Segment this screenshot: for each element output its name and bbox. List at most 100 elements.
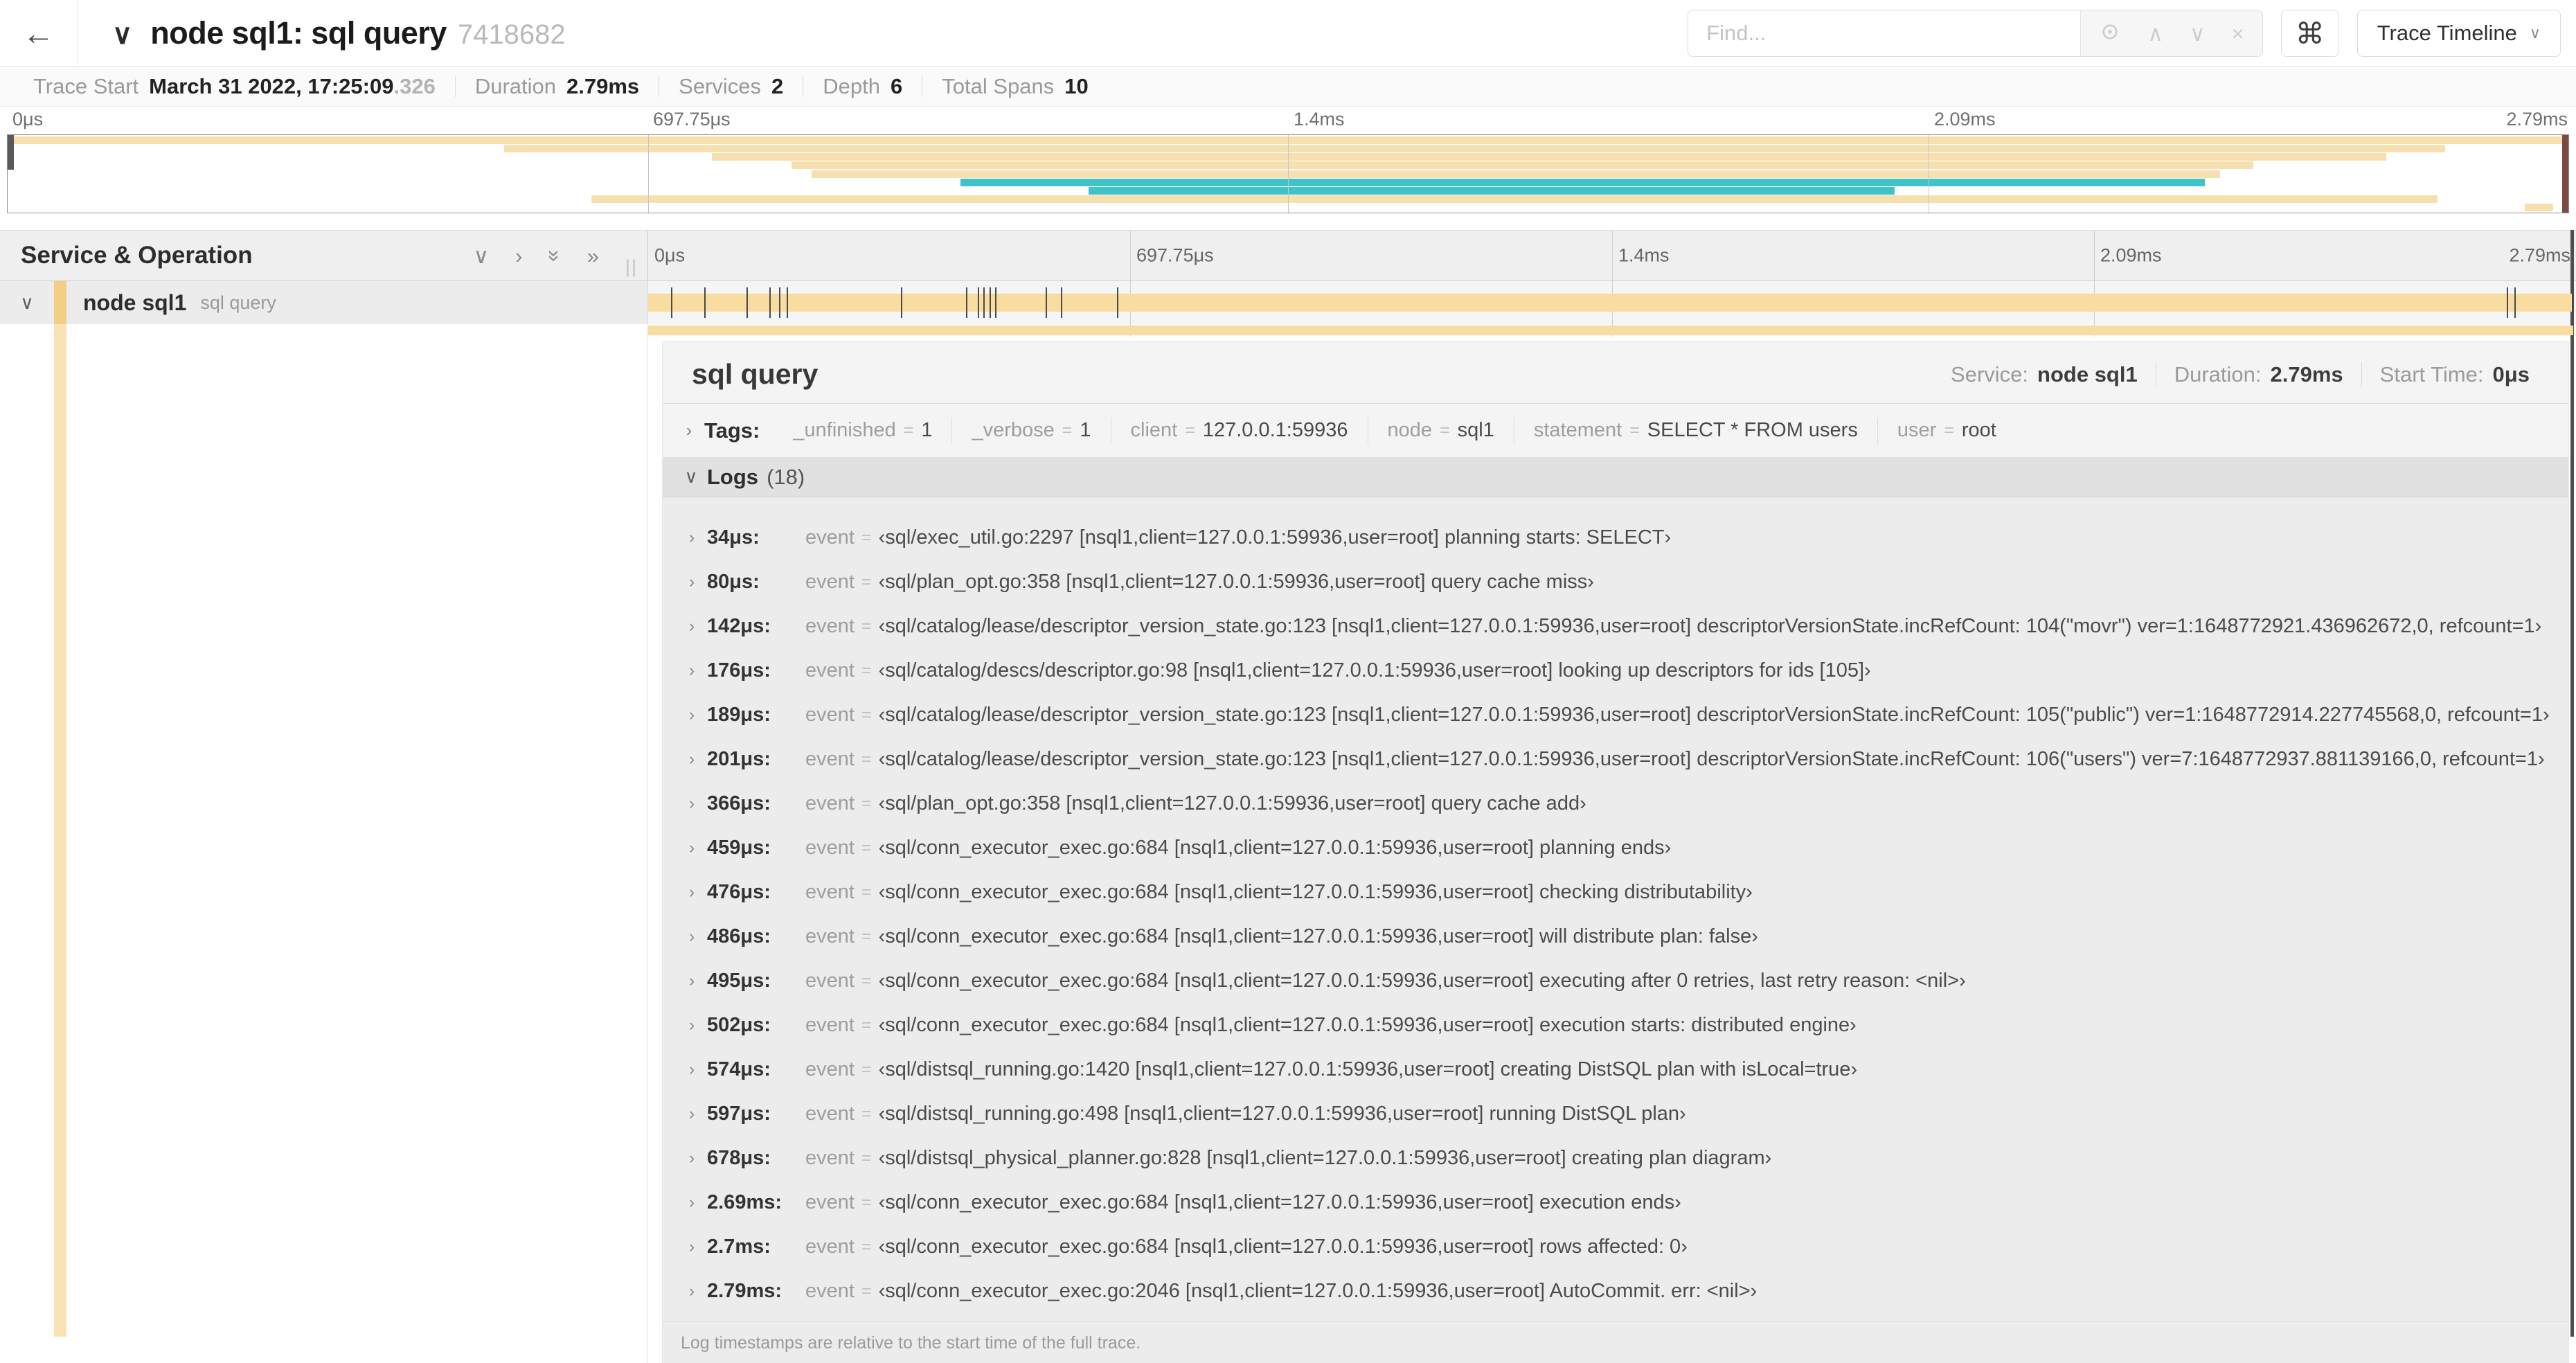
log-entry-row[interactable]: › 574μs: event = ‹sql/distsql_running.go:142… — [663, 1047, 2568, 1092]
log-expand-chevron-icon: › — [688, 926, 695, 946]
log-field-value: ‹sql/plan_opt.go:358 [nsql1,client=127.0… — [878, 570, 1594, 593]
prev-result-icon[interactable]: ∧ — [2147, 23, 2163, 44]
log-expand-chevron-icon: › — [688, 1192, 695, 1212]
timeline-gridline — [2094, 231, 2095, 280]
title-chevron-down-icon[interactable]: ∨ — [112, 19, 132, 51]
summary-value: 6 — [891, 74, 903, 98]
tag-item: _unfinished = 1 — [773, 416, 951, 445]
log-entry-row[interactable]: › 142μs: event = ‹sql/catalog/lease/descript… — [663, 604, 2568, 648]
command-icon: ⌘ — [2295, 17, 2325, 50]
log-entry-row[interactable]: › 366μs: event = ‹sql/plan_opt.go:358 [nsql1… — [663, 781, 2568, 826]
log-equals: = — [861, 1059, 872, 1079]
log-timestamp: 80μs: — [707, 570, 760, 593]
log-entry-row[interactable]: › 80μs: event = ‹sql/plan_opt.go:358 [nsql1,… — [663, 560, 2568, 604]
next-result-icon[interactable]: ∨ — [2190, 23, 2206, 44]
timeline-right-edge-scrollbar[interactable] — [2570, 230, 2574, 1337]
log-marker-tick — [2506, 287, 2508, 318]
log-entry-row[interactable]: › 502μs: event = ‹sql/conn_executor_exec.go:… — [663, 1003, 2568, 1047]
clear-find-icon[interactable]: × — [2232, 23, 2244, 44]
minimap-canvas[interactable] — [7, 134, 2569, 213]
logs-section-header[interactable]: ∨ Logs (18) — [663, 457, 2568, 497]
log-field-value: ‹sql/exec_util.go:2297 [nsql1,client=127… — [878, 526, 1672, 549]
service-operation-title: Service & Operation — [21, 242, 253, 269]
log-entry-row[interactable]: › 495μs: event = ‹sql/conn_executor_exec.go:… — [663, 959, 2568, 1003]
log-marker-tick — [966, 287, 968, 318]
log-field-key: event — [805, 1146, 855, 1169]
keyboard-shortcuts-button[interactable]: ⌘ — [2280, 10, 2339, 57]
log-expand-chevron-icon: › — [688, 793, 695, 813]
log-entry-row[interactable]: › 678μs: event = ‹sql/distsql_physical_plann… — [663, 1136, 2568, 1180]
log-entry-row[interactable]: › 2.69ms: event = ‹sql/conn_executor_exec.go… — [663, 1180, 2568, 1224]
log-expand-chevron-icon: › — [688, 1059, 695, 1079]
detail-left-column — [0, 324, 648, 1363]
tag-item: user = root — [1878, 416, 2016, 445]
log-equals: = — [861, 1148, 872, 1168]
tag-key: node — [1387, 419, 1433, 441]
column-resize-handle[interactable]: || — [625, 256, 638, 278]
log-entry-row[interactable]: › 2.79ms: event = ‹sql/conn_executor_exec.go… — [663, 1269, 2568, 1313]
tags-label: Tags: — [704, 418, 760, 443]
minimap-span-bar — [711, 153, 2387, 161]
log-entry-row[interactable]: › 2.7ms: event = ‹sql/conn_executor_exec.go:… — [663, 1224, 2568, 1269]
span-detail-operation: sql query — [692, 358, 819, 390]
tag-key: user — [1897, 419, 1937, 441]
log-expand-chevron-icon: › — [688, 1148, 695, 1168]
log-entry-row[interactable]: › 34μs: event = ‹sql/exec_util.go:2297 [nsql… — [663, 515, 2568, 560]
collapse-one-icon[interactable]: ∨ — [473, 245, 489, 267]
view-selector-button[interactable]: Trace Timeline ∨ — [2356, 10, 2561, 57]
log-equals: = — [861, 926, 872, 946]
log-timestamp: 459μs: — [707, 836, 771, 859]
log-field-value: ‹sql/plan_opt.go:358 [nsql1,client=127.0… — [878, 792, 1586, 814]
span-operation-name: sql query — [200, 292, 276, 313]
tag-item: statement = SELECT * FROM users — [1514, 416, 1877, 445]
find-group: ∧ ∨ × — [1688, 10, 2263, 57]
log-entry-row[interactable]: › 459μs: event = ‹sql/conn_executor_exec.go:… — [663, 826, 2568, 870]
minimap-span-bar — [812, 170, 2221, 178]
log-entry-row[interactable]: › 476μs: event = ‹sql/conn_executor_exec.go:… — [663, 870, 2568, 914]
span-collapse-chevron-icon[interactable]: ∨ — [0, 292, 54, 314]
collapse-all-icon[interactable]: » — [543, 249, 567, 261]
log-expand-chevron-icon: › — [688, 749, 695, 769]
tags-expand-chevron-icon[interactable]: › — [674, 420, 704, 441]
span-service-name: node sql1 — [83, 289, 187, 315]
back-button[interactable]: ← — [0, 0, 78, 66]
log-field-key: event — [805, 703, 855, 726]
log-entry-row[interactable]: › 189μs: event = ‹sql/catalog/lease/descript… — [663, 693, 2568, 737]
log-expand-chevron-icon: › — [688, 1103, 695, 1123]
tick-label: 2.79ms — [2509, 244, 2570, 266]
page-title: node sql1: sql query — [150, 15, 447, 51]
log-entry-row[interactable]: › 201μs: event = ‹sql/catalog/lease/descript… — [663, 737, 2568, 781]
minimap-right-drag-handle[interactable] — [2562, 135, 2568, 213]
summary-value: March 31 2022, 17:25:09 — [149, 74, 394, 98]
log-expand-chevron-icon: › — [688, 882, 695, 902]
span-row-name-cell[interactable]: ∨ node sql1 sql query — [0, 281, 648, 324]
minimap-spacer — [0, 213, 2576, 230]
tick-label: 2.09ms — [1934, 109, 1996, 130]
log-field-key: event — [805, 792, 855, 814]
service-color-stripe — [54, 324, 66, 1337]
logs-list: › 34μs: event = ‹sql/exec_util.go:2297 [nsql… — [663, 497, 2568, 1321]
log-entry-row[interactable]: › 176μs: event = ‹sql/catalog/descs/descript… — [663, 648, 2568, 693]
minimap-left-drag-handle[interactable] — [8, 135, 14, 170]
expand-all-icon[interactable]: » — [587, 245, 599, 267]
expand-one-icon[interactable]: › — [515, 245, 522, 267]
tags-row: › Tags: _unfinished = 1 _verbose = 1 client = 12… — [663, 404, 2568, 457]
timeline-minimap: 0μs 697.75μs 1.4ms 2.09ms 2.79ms — [0, 107, 2576, 213]
summary-value: 2.79ms — [566, 74, 640, 98]
minimap-span-bar — [591, 195, 2438, 203]
find-input[interactable] — [1688, 10, 2081, 56]
view-selector-label: Trace Timeline — [2377, 21, 2517, 45]
locate-icon[interactable] — [2099, 21, 2121, 46]
span-duration-bar[interactable] — [648, 294, 2573, 312]
detail-span-bar-strip — [648, 324, 2576, 337]
log-field-key: event — [805, 1235, 855, 1258]
log-entry-row[interactable]: › 486μs: event = ‹sql/conn_executor_exec.go:… — [663, 914, 2568, 959]
span-row: ∨ node sql1 sql query — [0, 281, 2576, 324]
log-field-value: ‹sql/conn_executor_exec.go:684 [nsql1,cl… — [878, 925, 1758, 947]
trace-timeline-page: ← ∨ node sql1: sql query 7418682 ∧ ∨ × ⌘ — [0, 0, 2576, 1363]
log-entry-row[interactable]: › 597μs: event = ‹sql/distsql_running.go:498… — [663, 1092, 2568, 1136]
log-expand-chevron-icon: › — [688, 1281, 695, 1301]
tick-label: 0μs — [12, 109, 44, 130]
log-timestamp: 34μs: — [707, 526, 760, 549]
span-row-timeline-cell[interactable] — [648, 281, 2576, 324]
